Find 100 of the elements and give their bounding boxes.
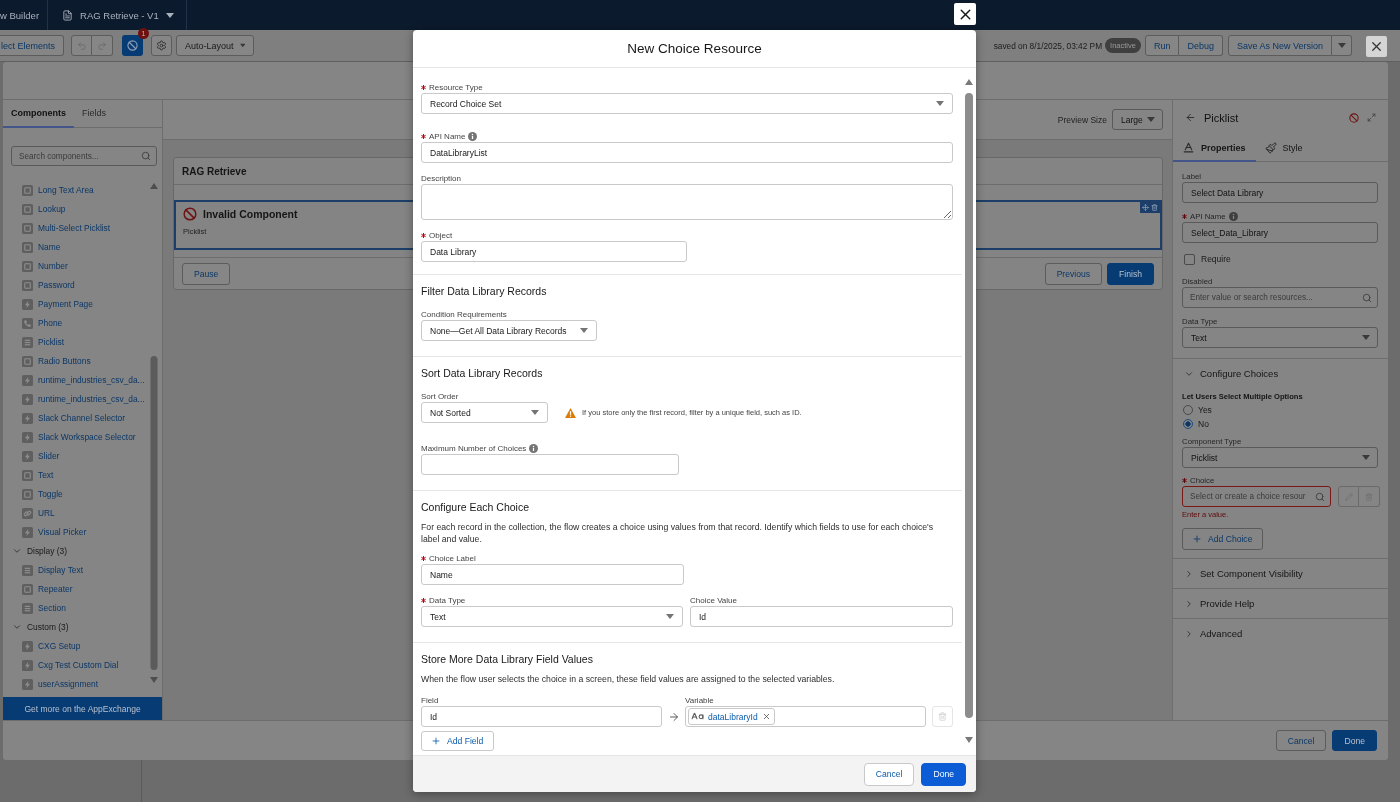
input-field[interactable]: Select Data Library (1182, 182, 1378, 203)
save-menu-button[interactable] (1332, 35, 1352, 56)
variable-pill[interactable]: dataLibraryId (688, 708, 775, 725)
elements-button[interactable]: lect Elements (0, 35, 65, 56)
save-as-new-version-button[interactable]: Save As New Version (1227, 35, 1332, 56)
dropdown-field[interactable]: Text (421, 606, 683, 627)
add-field-button[interactable]: Add Field (421, 731, 495, 751)
back-arrow-icon[interactable] (1185, 112, 1196, 123)
component-item[interactable]: Visual Picker (3, 522, 149, 542)
input-field[interactable]: DataLibraryList (421, 142, 953, 163)
preview-size-dropdown[interactable]: Large (1112, 109, 1163, 130)
textarea-field[interactable] (421, 184, 953, 220)
section-header[interactable]: Set Component Visibility (1173, 559, 1388, 588)
component-item[interactable]: Number (3, 256, 149, 276)
chevron-right-icon (1184, 628, 1194, 639)
caret-down-icon (936, 101, 944, 106)
chevron-right-icon (1184, 568, 1194, 579)
component-item[interactable]: Name (3, 237, 149, 257)
close-button[interactable] (1366, 36, 1387, 57)
input-field[interactable]: Data Library (421, 241, 687, 262)
component-item[interactable]: Slack Channel Selector (3, 408, 149, 428)
component-item[interactable]: Slider (3, 446, 149, 466)
toolbar-button[interactable]: Run (1144, 35, 1180, 56)
layout-dropdown[interactable]: Auto-Layout (176, 35, 255, 56)
component-item[interactable]: Picklist (3, 332, 149, 352)
dropdown-field[interactable]: Text (1182, 327, 1378, 348)
input-field[interactable]: Select_Data_Library (1182, 222, 1378, 243)
panel-tab[interactable]: Fields (74, 100, 114, 128)
component-item[interactable]: Phone (3, 313, 149, 333)
preview-size-label: Preview Size (1057, 114, 1107, 125)
expand-icon[interactable] (1367, 113, 1376, 122)
component-item[interactable]: Radio Buttons (3, 351, 149, 371)
component-item[interactable]: URL (3, 503, 149, 523)
choice-search-field[interactable]: Select or create a choice resour (1182, 486, 1331, 507)
dropdown-field[interactable]: None—Get All Data Library Records (421, 320, 597, 341)
component-item[interactable]: Cxg Test Custom Dial (3, 655, 149, 675)
component-item[interactable]: Payment Page (3, 294, 149, 314)
move-icon[interactable] (1142, 204, 1149, 211)
group-header[interactable]: Display (3) (3, 541, 149, 561)
field-label: Variable (685, 695, 714, 705)
component-item[interactable]: Text (3, 465, 149, 485)
radio-label: No (1198, 419, 1209, 429)
appexchange-button[interactable]: Get more on the AppExchange (3, 697, 162, 720)
trash-icon[interactable] (1151, 204, 1158, 211)
screen-button[interactable]: Previous (1044, 263, 1103, 285)
square-icon (22, 241, 33, 253)
lightning-bolt-icon (22, 412, 33, 424)
toolbar-button[interactable]: Debug (1179, 35, 1223, 56)
done-button[interactable]: Done (921, 762, 966, 786)
component-item[interactable]: Multi-Select Picklist (3, 218, 149, 238)
input-field[interactable] (421, 454, 679, 475)
caret-down-icon (1362, 335, 1370, 340)
panel-tab[interactable]: Properties (1173, 135, 1256, 162)
resource-search-field[interactable]: Enter value or search resources... (1182, 287, 1378, 308)
error-button[interactable] (122, 35, 144, 56)
checkbox[interactable] (1184, 253, 1195, 265)
component-item[interactable]: Toggle (3, 484, 149, 504)
component-item[interactable]: Long Text Area (3, 180, 149, 200)
cancel-button[interactable]: Cancel (1275, 730, 1327, 751)
input-field[interactable]: Name (421, 564, 684, 585)
section-heading: Configure Each Choice (421, 500, 530, 514)
component-item[interactable]: Password (3, 275, 149, 295)
component-item[interactable]: CXG Setup (3, 636, 149, 656)
screen-button[interactable]: Finish (1107, 263, 1154, 285)
close-button[interactable] (954, 3, 976, 25)
screen-button[interactable]: Pause (182, 263, 231, 285)
panel-tab[interactable]: Components (3, 100, 74, 128)
component-item[interactable]: Lookup (3, 199, 149, 219)
component-item[interactable]: runtime_industries_csv_da... (3, 370, 149, 390)
input-field[interactable]: Id (421, 706, 662, 727)
lightning-bolt-icon (22, 393, 33, 405)
field-label: Object (429, 230, 453, 240)
radio-button[interactable] (1183, 405, 1193, 415)
component-item[interactable]: Display Text (3, 560, 149, 580)
dropdown-field[interactable]: Picklist (1182, 447, 1378, 468)
panel-tab[interactable]: Style (1255, 135, 1313, 162)
radio-button[interactable] (1183, 419, 1193, 429)
section-header[interactable]: Provide Help (1173, 589, 1388, 618)
search-icon (1315, 491, 1325, 502)
component-item[interactable]: runtime_industries_csv_da... (3, 389, 149, 409)
component-item[interactable]: Slack Workspace Selector (3, 427, 149, 447)
settings-button[interactable] (151, 35, 173, 56)
cancel-button[interactable]: Cancel (863, 762, 915, 786)
add-choice-button[interactable]: Add Choice (1182, 528, 1264, 550)
section-header[interactable]: Advanced (1173, 619, 1388, 648)
done-button[interactable]: Done (1332, 730, 1377, 751)
variable-field[interactable]: dataLibraryId (685, 706, 926, 727)
caret-down-icon (531, 410, 539, 415)
group-header[interactable]: Custom (3) (3, 617, 149, 637)
component-item[interactable]: Repeater (3, 579, 149, 599)
section-header[interactable]: Configure Choices (1173, 359, 1388, 388)
close-icon[interactable] (761, 712, 771, 721)
chevron-down-icon (12, 622, 22, 632)
component-item[interactable]: Section (3, 598, 149, 618)
search-field[interactable]: Search components... (11, 146, 157, 166)
caret-down-icon (1147, 117, 1155, 122)
component-item[interactable]: userAssignment (3, 674, 149, 694)
input-field[interactable]: Id (690, 606, 953, 627)
dropdown-field[interactable]: Not Sorted (421, 402, 548, 423)
dropdown-field[interactable]: Record Choice Set (421, 93, 953, 114)
